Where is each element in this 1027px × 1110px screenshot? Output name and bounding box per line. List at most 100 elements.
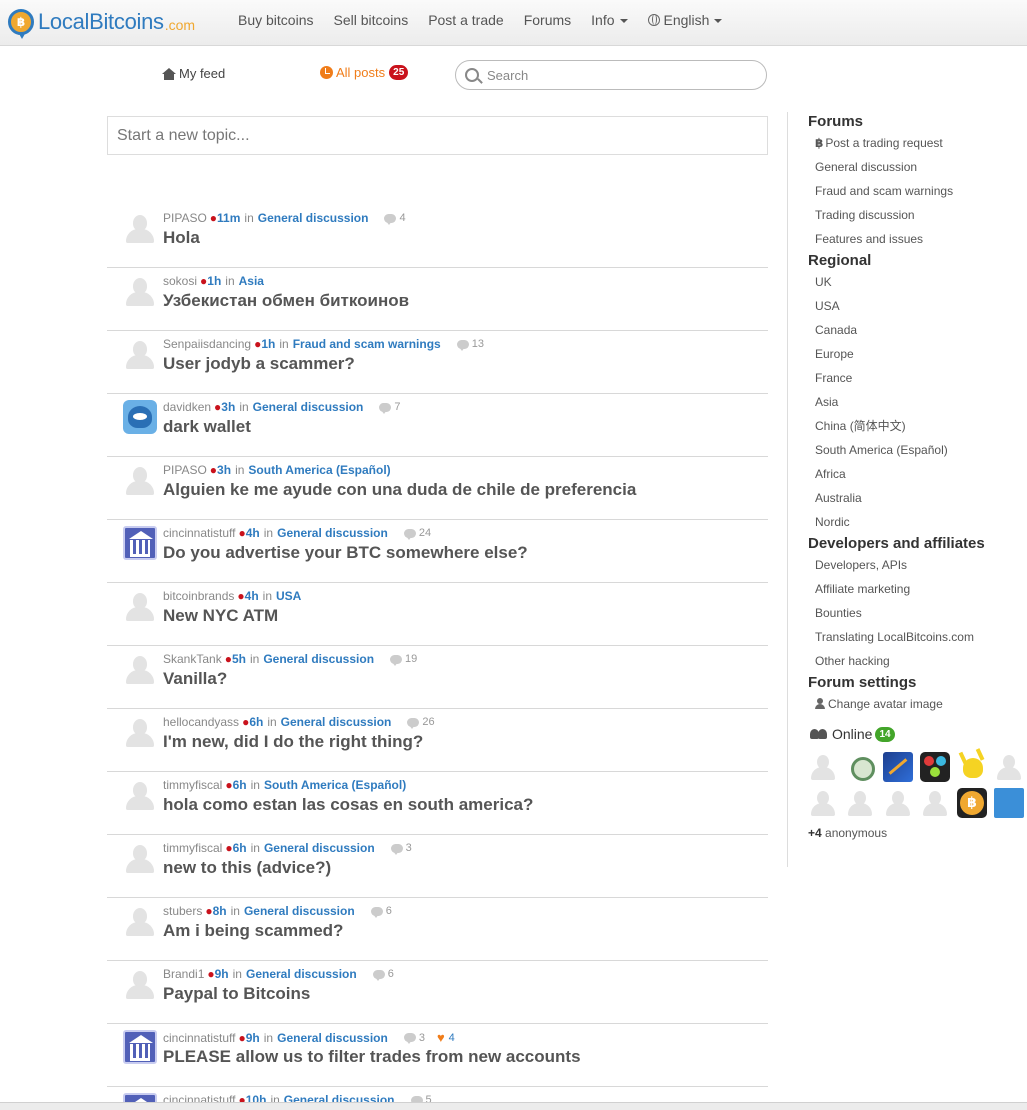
post-author[interactable]: Brandi1 [163, 967, 204, 981]
post-category[interactable]: General discussion [258, 211, 369, 225]
post-author[interactable]: sokosi [163, 274, 197, 288]
post-age[interactable]: 9h [246, 1031, 260, 1045]
user-avatar[interactable] [123, 211, 157, 245]
post-row[interactable]: SkankTank ● 5h in General discussion 19 Vanill… [107, 646, 768, 709]
user-avatar[interactable] [123, 715, 157, 749]
post-age[interactable]: 5h [232, 652, 246, 666]
post-title[interactable]: User jodyb a scammer? [163, 354, 355, 374]
sidebar-item-trading-discussion[interactable]: Trading discussion [815, 203, 1027, 227]
post-row[interactable]: hellocandyass ● 6h in General discussion 26 I'… [107, 709, 768, 772]
post-row[interactable]: sokosi ● 1h in Asia Узбекистан обмен биткоино… [107, 268, 768, 331]
post-age[interactable]: 9h [215, 967, 229, 981]
post-row[interactable]: bitcoinbrands ● 4h in USA New NYC ATM [107, 583, 768, 646]
online-user-avatar[interactable] [994, 752, 1024, 782]
sidebar-item-translating[interactable]: Translating LocalBitcoins.com [815, 625, 1027, 649]
post-row[interactable]: davidken ● 3h in General discussion 7 dark wal… [107, 394, 768, 457]
post-row[interactable]: PIPASO ● 11m in General discussion 4 Hola [107, 205, 768, 268]
post-author[interactable]: timmyfiscal [163, 841, 222, 855]
post-author[interactable]: timmyfiscal [163, 778, 222, 792]
nav-info-dropdown[interactable]: Info [581, 12, 637, 28]
post-row[interactable]: timmyfiscal ● 6h in South America (Español) h… [107, 772, 768, 835]
online-user-avatar[interactable] [920, 752, 950, 782]
post-category[interactable]: General discussion [277, 1031, 388, 1045]
online-user-avatar[interactable] [883, 752, 913, 782]
post-author[interactable]: PIPASO [163, 463, 207, 477]
online-user-avatar[interactable] [957, 752, 987, 782]
post-age[interactable]: 6h [233, 778, 247, 792]
post-category[interactable]: General discussion [253, 400, 364, 414]
post-category[interactable]: General discussion [244, 904, 355, 918]
user-avatar[interactable] [123, 778, 157, 812]
user-avatar[interactable] [123, 904, 157, 938]
user-avatar[interactable] [123, 967, 157, 1001]
post-age[interactable]: 3h [217, 463, 231, 477]
post-author[interactable]: bitcoinbrands [163, 589, 234, 603]
post-title[interactable]: dark wallet [163, 417, 251, 437]
post-age[interactable]: 11m [217, 211, 240, 225]
post-title[interactable]: new to this (advice?) [163, 858, 331, 878]
post-category[interactable]: USA [276, 589, 301, 603]
sidebar-item-developers-apis[interactable]: Developers, APIs [815, 553, 1027, 577]
sidebar-item-change-avatar[interactable]: Change avatar image [815, 692, 1027, 716]
post-category[interactable]: General discussion [264, 841, 375, 855]
online-user-avatar[interactable] [845, 752, 875, 782]
post-age[interactable]: 4h [246, 526, 260, 540]
post-title[interactable]: Do you advertise your BTC somewhere else… [163, 543, 528, 563]
nav-language-dropdown[interactable]: English [638, 12, 733, 28]
post-title[interactable]: I'm new, did I do the right thing? [163, 732, 423, 752]
sidebar-item-other-hacking[interactable]: Other hacking [815, 649, 1027, 673]
sidebar-item-post-trading-request[interactable]: ฿ Post a trading request [815, 131, 1027, 155]
online-user-avatar[interactable] [808, 788, 838, 818]
sidebar-item-south-america[interactable]: South America (Español) [815, 438, 1027, 462]
sidebar-item-china[interactable]: China (简体中文) [815, 414, 1027, 438]
post-title[interactable]: hola como estan las cosas en south ameri… [163, 795, 533, 815]
post-category[interactable]: General discussion [263, 652, 374, 666]
sidebar-item-fraud-scam-warnings[interactable]: Fraud and scam warnings [815, 179, 1027, 203]
online-user-avatar[interactable] [808, 752, 838, 782]
sidebar-item-australia[interactable]: Australia [815, 486, 1027, 510]
post-category[interactable]: Fraud and scam warnings [293, 337, 441, 351]
post-age[interactable]: 4h [245, 589, 259, 603]
online-user-avatar[interactable] [845, 788, 875, 818]
new-topic-input[interactable] [108, 117, 767, 154]
post-row[interactable]: cincinnatistuff ● 4h in General discussion 24… [107, 520, 768, 583]
sidebar-item-asia[interactable]: Asia [815, 390, 1027, 414]
tab-all-posts[interactable]: All posts 25 [320, 65, 409, 80]
sidebar-item-uk[interactable]: UK [815, 270, 1027, 294]
user-avatar[interactable] [123, 274, 157, 308]
post-title[interactable]: Hola [163, 228, 200, 248]
sidebar-item-bounties[interactable]: Bounties [815, 601, 1027, 625]
post-author[interactable]: davidken [163, 400, 211, 414]
nav-forums[interactable]: Forums [514, 12, 581, 28]
post-title[interactable]: New NYC ATM [163, 606, 278, 626]
post-category[interactable]: General discussion [277, 526, 388, 540]
post-row[interactable]: Brandi1 ● 9h in General discussion 6 Paypal to… [107, 961, 768, 1024]
tab-my-feed[interactable]: My feed [162, 66, 225, 81]
user-avatar[interactable] [123, 337, 157, 371]
user-avatar[interactable] [123, 652, 157, 686]
post-title[interactable]: Узбекистан обмен биткоинов [163, 291, 409, 311]
post-title[interactable]: Vanilla? [163, 669, 227, 689]
post-age[interactable]: 1h [207, 274, 221, 288]
user-avatar[interactable] [123, 1030, 157, 1064]
sidebar-item-canada[interactable]: Canada [815, 318, 1027, 342]
sidebar-item-europe[interactable]: Europe [815, 342, 1027, 366]
post-age[interactable]: 3h [221, 400, 235, 414]
user-avatar[interactable] [123, 463, 157, 497]
post-author[interactable]: SkankTank [163, 652, 222, 666]
post-author[interactable]: cincinnatistuff [163, 526, 236, 540]
post-title[interactable]: Am i being scammed? [163, 921, 343, 941]
nav-buy-bitcoins[interactable]: Buy bitcoins [228, 12, 323, 28]
post-row[interactable]: stubers ● 8h in General discussion 6 Am i bein… [107, 898, 768, 961]
sidebar-item-features-issues[interactable]: Features and issues [815, 227, 1027, 251]
post-category[interactable]: Asia [239, 274, 264, 288]
post-title[interactable]: PLEASE allow us to filter trades from ne… [163, 1047, 581, 1067]
post-title[interactable]: Alguien ke me ayude con una duda de chil… [163, 480, 636, 500]
post-title[interactable]: Paypal to Bitcoins [163, 984, 310, 1004]
post-row[interactable]: PIPASO ● 3h in South America (Español) Alguie… [107, 457, 768, 520]
post-author[interactable]: hellocandyass [163, 715, 239, 729]
post-row[interactable]: cincinnatistuff ● 9h in General discussion 3 ♥… [107, 1024, 768, 1087]
online-user-avatar[interactable] [957, 788, 987, 818]
post-age[interactable]: 6h [249, 715, 263, 729]
sidebar-item-france[interactable]: France [815, 366, 1027, 390]
